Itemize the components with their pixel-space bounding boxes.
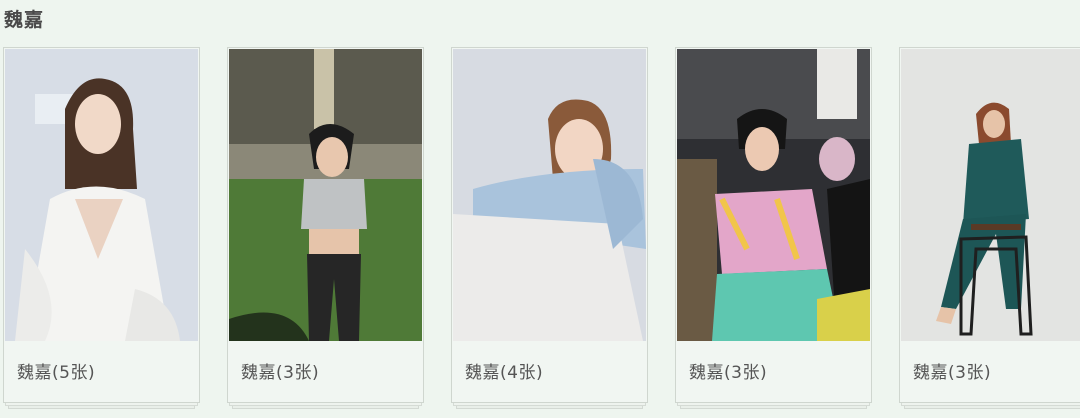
album-caption[interactable]: 魏嘉(4张) — [465, 358, 543, 383]
album-card[interactable]: 魏嘉(4张) — [451, 47, 648, 409]
album-cover-image[interactable] — [229, 49, 422, 341]
section-title: 魏嘉 — [4, 9, 45, 31]
album-card[interactable]: 魏嘉(5张) — [3, 47, 200, 409]
album-caption[interactable]: 魏嘉(3张) — [689, 358, 767, 383]
gallery-page: 魏嘉 魏嘉(5张) 魏嘉(3张) 魏嘉(4张) 魏嘉(3张) 魏嘉(3张) — [0, 0, 1080, 418]
album-cover-image[interactable] — [901, 49, 1080, 341]
album-card[interactable]: 魏嘉(3张) — [675, 47, 872, 409]
album-cover-image[interactable] — [453, 49, 646, 341]
album-caption[interactable]: 魏嘉(3张) — [241, 358, 319, 383]
album-caption[interactable]: 魏嘉(5张) — [17, 358, 95, 383]
album-cover-image[interactable] — [677, 49, 870, 341]
album-card[interactable]: 魏嘉(3张) — [899, 47, 1080, 409]
album-caption[interactable]: 魏嘉(3张) — [913, 358, 991, 383]
album-cover-image[interactable] — [5, 49, 198, 341]
album-card[interactable]: 魏嘉(3张) — [227, 47, 424, 409]
